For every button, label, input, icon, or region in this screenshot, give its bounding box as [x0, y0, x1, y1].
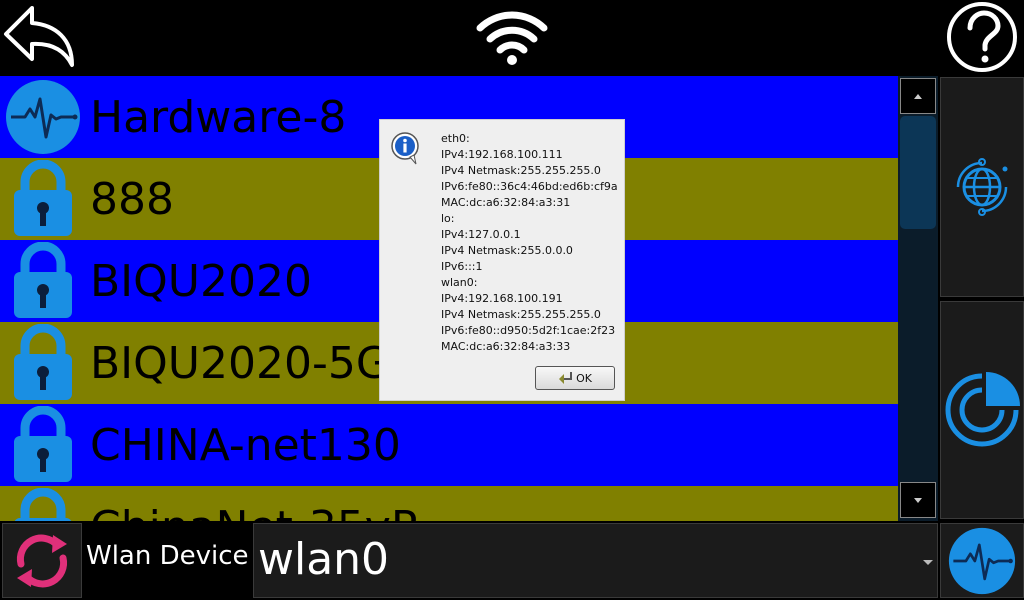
- network-ssid: 888: [90, 173, 174, 225]
- lock-icon: [14, 406, 72, 482]
- network-info-button[interactable]: [940, 77, 1024, 297]
- caret-up-icon: [914, 93, 922, 99]
- scan-chart-icon: [945, 372, 1020, 447]
- scroll-thumb[interactable]: [900, 116, 936, 229]
- lock-icon: [14, 242, 72, 318]
- monitor-button[interactable]: [940, 523, 1024, 598]
- scan-button[interactable]: [940, 301, 1024, 519]
- wlan-device-value: wlan0: [258, 534, 390, 585]
- ok-label: OK: [576, 371, 592, 385]
- info-icon: [391, 132, 419, 165]
- network-ssid: BIQU2020-5G: [90, 337, 390, 389]
- bottom-bar: Wlan Device : wlan0: [0, 521, 1024, 600]
- lock-icon: [14, 488, 72, 521]
- list-scrollbar[interactable]: [898, 76, 938, 521]
- wlan-device-select[interactable]: wlan0: [253, 523, 938, 598]
- enter-key-icon: [559, 372, 573, 384]
- lock-icon: [14, 324, 72, 400]
- network-ssid: BIQU2020: [90, 255, 312, 307]
- ok-button[interactable]: OK: [535, 366, 615, 390]
- caret-down-icon: [914, 497, 922, 503]
- pulse-icon: [6, 80, 80, 154]
- globe-icon: [956, 158, 1008, 216]
- network-info-dialog: eth0: IPv4:192.168.100.111 IPv4 Netmask:25…: [379, 119, 625, 401]
- refresh-icon: [16, 534, 68, 587]
- network-ssid: ChinaNet-35vP: [90, 502, 417, 522]
- back-button[interactable]: [0, 0, 80, 72]
- network-row-china-net130[interactable]: CHINA-net130: [0, 404, 898, 486]
- pulse-icon: [948, 527, 1016, 594]
- scroll-up-button[interactable]: [900, 78, 936, 114]
- wlan-device-label: Wlan Device :: [86, 541, 266, 571]
- help-icon: [947, 2, 1017, 72]
- scroll-down-button[interactable]: [900, 482, 936, 518]
- top-bar: [0, 0, 1024, 76]
- network-row-chinanet-35vp[interactable]: ChinaNet-35vP: [0, 486, 898, 521]
- help-button[interactable]: [946, 0, 1022, 74]
- network-ssid: CHINA-net130: [90, 419, 401, 471]
- lock-icon: [14, 160, 72, 236]
- back-arrow-icon: [4, 6, 74, 67]
- dropdown-arrow-icon: [923, 560, 933, 565]
- network-ssid: Hardware-8: [90, 91, 347, 143]
- wifi-icon: [476, 11, 548, 65]
- refresh-button[interactable]: [2, 523, 82, 598]
- network-info-text: eth0: IPv4:192.168.100.111 IPv4 Netmask:25…: [441, 132, 618, 353]
